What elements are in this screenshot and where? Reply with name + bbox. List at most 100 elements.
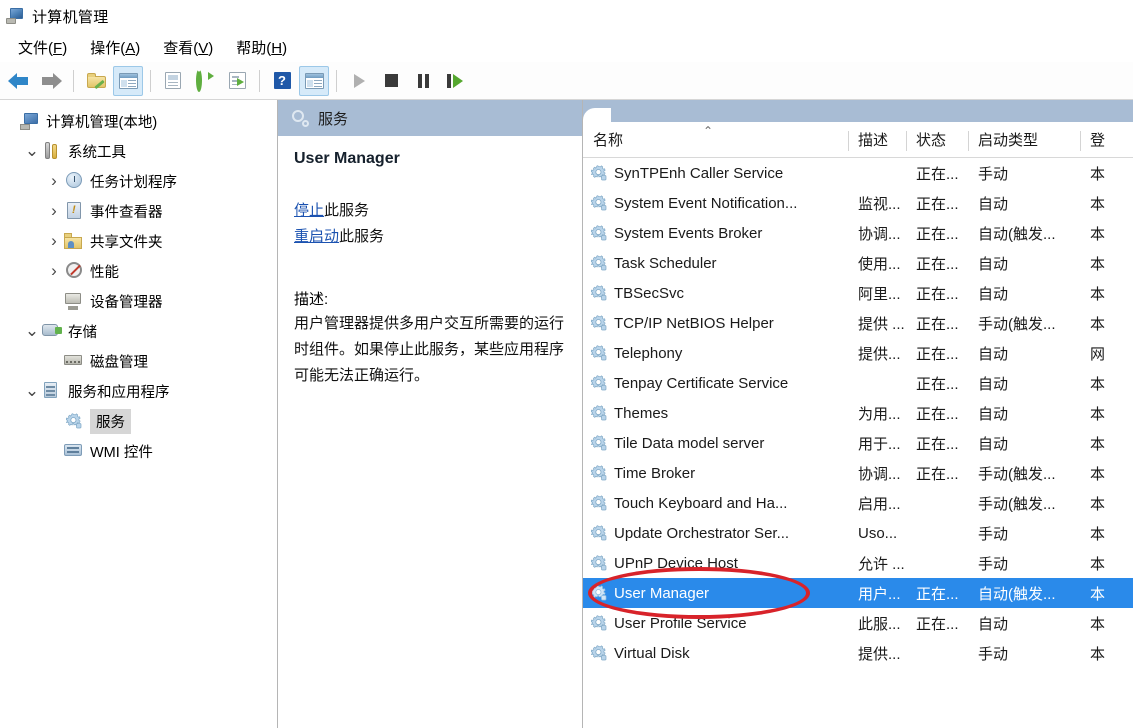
table-row[interactable]: User Profile Service此服...正在...自动本 xyxy=(583,608,1133,638)
back-arrow-icon xyxy=(7,71,31,91)
column-header-row[interactable]: 名称⌃描述状态启动类型登 xyxy=(583,122,1133,158)
column-header-start[interactable]: 启动类型 xyxy=(968,129,1080,153)
table-row[interactable]: User Manager用户...正在...自动(触发...本 xyxy=(583,578,1133,608)
column-header-logon[interactable]: 登 xyxy=(1080,129,1126,153)
toolbar-separator xyxy=(336,70,337,92)
cell-name: Task Scheduler xyxy=(583,255,848,272)
tree-node-label: 性能 xyxy=(90,261,119,282)
computer-icon xyxy=(20,112,40,130)
tree-node-7[interactable]: ⌄ 存储 xyxy=(0,316,277,346)
cell-start: 自动(触发... xyxy=(968,583,1080,604)
table-row[interactable]: Tile Data model server用于...正在...自动本 xyxy=(583,428,1133,458)
restart-service-link[interactable]: 重启动 xyxy=(294,228,339,245)
service-name-text: User Manager xyxy=(614,585,709,602)
menu-action[interactable]: 操作(A) xyxy=(80,34,153,61)
table-row[interactable]: Tenpay Certificate Service正在...自动本 xyxy=(583,368,1133,398)
tree-node-6[interactable]: 设备管理器 xyxy=(0,286,277,316)
forward-arrow-icon xyxy=(39,71,63,91)
description-label: 描述: xyxy=(294,288,566,309)
event-viewer-icon xyxy=(64,202,84,220)
table-row[interactable]: Task Scheduler使用...正在...自动本 xyxy=(583,248,1133,278)
column-header-name[interactable]: 名称⌃ xyxy=(583,129,848,153)
stop-service-link[interactable]: 停止 xyxy=(294,202,324,219)
menu-view[interactable]: 查看(V) xyxy=(153,34,226,61)
show-action-pane-button[interactable] xyxy=(299,66,329,96)
cell-name: Themes xyxy=(583,405,848,422)
menu-bar: 文件(F) 操作(A) 查看(V) 帮助(H) xyxy=(0,32,1133,62)
refresh-button[interactable] xyxy=(190,66,220,96)
table-row[interactable]: TCP/IP NetBIOS Helper提供 ...正在...手动(触发...… xyxy=(583,308,1133,338)
tree-node-10[interactable]: 服务 xyxy=(0,406,277,436)
chevron-right-icon[interactable]: › xyxy=(44,171,64,191)
cell-name: Tenpay Certificate Service xyxy=(583,375,848,392)
chevron-down-icon[interactable]: ⌄ xyxy=(22,386,42,396)
chevron-right-icon[interactable]: › xyxy=(44,261,64,281)
properties-button[interactable] xyxy=(158,66,188,96)
storage-icon xyxy=(42,322,62,340)
services-list-surface[interactable]: 名称⌃描述状态启动类型登 SynTPEnh Caller Service正在..… xyxy=(583,122,1133,728)
tree-node-label: WMI 控件 xyxy=(90,441,153,462)
disk-management-icon xyxy=(64,352,84,370)
table-row[interactable]: System Event Notification...监视...正在...自动… xyxy=(583,188,1133,218)
tree-node-5[interactable]: › 性能 xyxy=(0,256,277,286)
service-gear-icon xyxy=(591,525,607,541)
cell-stat: 正在... xyxy=(906,253,968,274)
tree-node-4[interactable]: ›共享文件夹 xyxy=(0,226,277,256)
cell-logon: 本 xyxy=(1080,493,1126,514)
table-row[interactable]: Virtual Disk提供...手动本 xyxy=(583,638,1133,668)
cell-start: 自动 xyxy=(968,433,1080,454)
restart-service-button[interactable] xyxy=(440,66,470,96)
cell-start: 手动(触发... xyxy=(968,463,1080,484)
service-name-text: TCP/IP NetBIOS Helper xyxy=(614,315,774,332)
table-row[interactable]: Time Broker协调...正在...手动(触发...本 xyxy=(583,458,1133,488)
table-row[interactable]: Update Orchestrator Ser...Uso...手动本 xyxy=(583,518,1133,548)
table-row[interactable]: Touch Keyboard and Ha...启用...手动(触发...本 xyxy=(583,488,1133,518)
show-hide-console-tree-button[interactable] xyxy=(113,66,143,96)
refresh-icon xyxy=(196,72,214,90)
pause-service-button[interactable] xyxy=(408,66,438,96)
column-header-stat[interactable]: 状态 xyxy=(906,129,968,153)
cell-start: 自动 xyxy=(968,193,1080,214)
help-button[interactable]: ? xyxy=(267,66,297,96)
service-name-text: User Profile Service xyxy=(614,615,747,632)
cell-start: 自动(触发... xyxy=(968,223,1080,244)
table-row[interactable]: UPnP Device Host允许 ...手动本 xyxy=(583,548,1133,578)
table-row[interactable]: TBSecSvc阿里...正在...自动本 xyxy=(583,278,1133,308)
column-header-desc[interactable]: 描述 xyxy=(848,129,906,153)
stop-service-button[interactable] xyxy=(376,66,406,96)
forward-button[interactable] xyxy=(36,66,66,96)
table-row[interactable]: Themes为用...正在...自动本 xyxy=(583,398,1133,428)
tree-node-2[interactable]: ›任务计划程序 xyxy=(0,166,277,196)
menu-help[interactable]: 帮助(H) xyxy=(226,34,300,61)
chevron-down-icon[interactable]: ⌄ xyxy=(22,326,42,336)
tree-node-1[interactable]: ⌄系统工具 xyxy=(0,136,277,166)
detail-pane-body: User Manager 停止此服务 重启动此服务 描述: 用户管理器提供多用户… xyxy=(278,136,582,389)
tree-node-11[interactable]: WMI 控件 xyxy=(0,436,277,466)
services-rows[interactable]: SynTPEnh Caller Service正在...手动本System Ev… xyxy=(583,158,1133,668)
up-folder-button[interactable] xyxy=(81,66,111,96)
service-gear-icon xyxy=(591,615,607,631)
export-list-button[interactable] xyxy=(222,66,252,96)
chevron-down-icon[interactable]: ⌄ xyxy=(22,146,42,156)
cell-desc: 启用... xyxy=(848,493,906,514)
tree-node-label: 存储 xyxy=(68,321,97,342)
chevron-right-icon[interactable]: › xyxy=(44,201,64,221)
menu-file[interactable]: 文件(F) xyxy=(8,34,80,61)
tree-node-9[interactable]: ⌄服务和应用程序 xyxy=(0,376,277,406)
table-row[interactable]: Telephony提供...正在...自动网 xyxy=(583,338,1133,368)
service-gear-icon xyxy=(591,375,607,391)
tree-node-8[interactable]: 磁盘管理 xyxy=(0,346,277,376)
tree-node-3[interactable]: ›事件查看器 xyxy=(0,196,277,226)
start-service-button[interactable] xyxy=(344,66,374,96)
table-row[interactable]: SynTPEnh Caller Service正在...手动本 xyxy=(583,158,1133,188)
cell-start: 手动(触发... xyxy=(968,313,1080,334)
cell-logon: 本 xyxy=(1080,223,1126,244)
cell-start: 手动 xyxy=(968,643,1080,664)
console-tree-pane[interactable]: 计算机管理(本地)⌄系统工具›任务计划程序›事件查看器›共享文件夹›性能设备管理… xyxy=(0,100,278,728)
chevron-right-icon[interactable]: › xyxy=(44,231,64,251)
cell-stat: 正在... xyxy=(906,583,968,604)
stop-service-suffix: 此服务 xyxy=(324,202,369,219)
tree-node-0[interactable]: 计算机管理(本地) xyxy=(0,106,277,136)
back-button[interactable] xyxy=(4,66,34,96)
table-row[interactable]: System Events Broker协调...正在...自动(触发...本 xyxy=(583,218,1133,248)
